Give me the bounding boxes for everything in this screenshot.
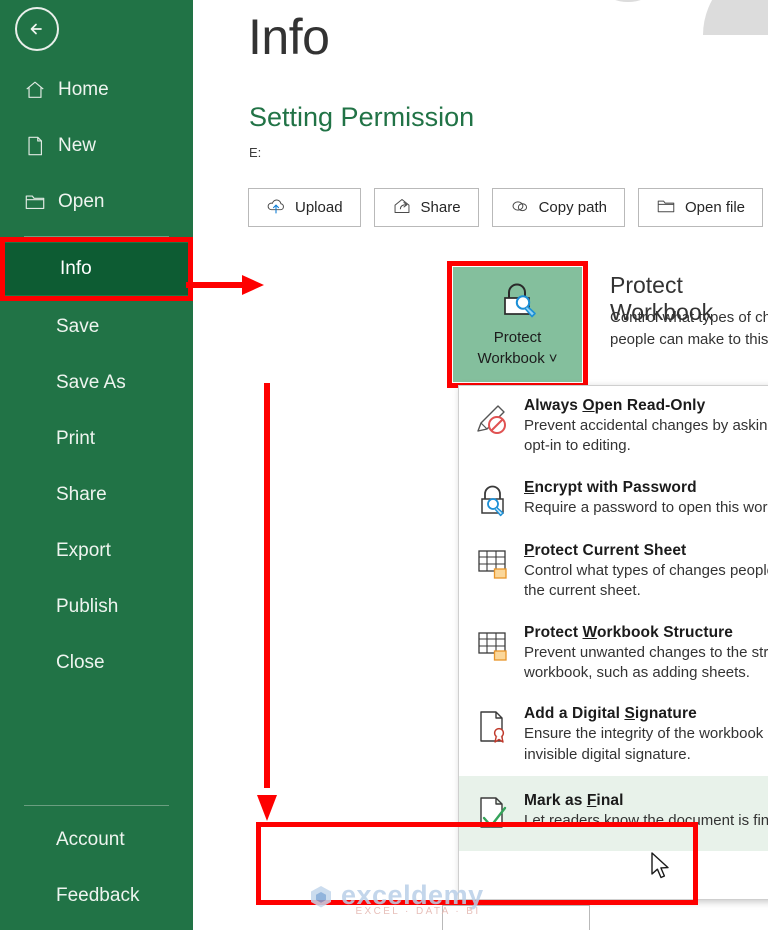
mark-as-final-icon	[473, 792, 513, 833]
sidebar-item-feedback[interactable]: Feedback	[0, 868, 193, 924]
link-icon	[510, 197, 530, 219]
button-label: Share	[420, 199, 461, 216]
sidebar-item-label: New	[58, 135, 97, 156]
sidebar-item-info-wrapper: Info	[0, 237, 193, 301]
sidebar-item-label: Share	[56, 484, 107, 505]
dropdown-item-always-open-read-only[interactable]: Always Open Read-Only Prevent accidental…	[459, 386, 768, 468]
sidebar-item-save[interactable]: Save	[0, 299, 193, 355]
digital-signature-icon	[473, 705, 513, 765]
share-button[interactable]: Share	[373, 188, 479, 227]
file-actions-toolbar: Upload Share Copy path Open file	[248, 188, 764, 227]
next-section-button-partial[interactable]	[442, 905, 590, 930]
sidebar-divider-bottom	[24, 805, 169, 806]
share-icon	[392, 197, 412, 219]
sidebar-nav: Home New Open Info Save Save As Print Sh…	[0, 62, 193, 691]
cloud-upload-icon	[266, 197, 286, 219]
dropdown-item-title: Mark as Final	[524, 792, 624, 810]
annotation-arrow-info-to-protect	[186, 275, 264, 295]
sidebar-item-print[interactable]: Print	[0, 411, 193, 467]
back-button[interactable]	[15, 7, 59, 51]
annotation-arrow-protect-to-mark-final	[257, 383, 277, 821]
protect-workbook-dropdown-menu: Always Open Read-Only Prevent accidental…	[458, 385, 768, 900]
sidebar-item-label: Feedback	[56, 885, 140, 906]
dropdown-item-encrypt-with-password[interactable]: Encrypt with Password Require a password…	[459, 468, 768, 531]
protect-workbook-description: Control what types of changes people can…	[610, 309, 768, 348]
sidebar-item-label: Export	[56, 540, 111, 561]
dropdown-item-protect-current-sheet[interactable]: Protect Current Sheet Control what types…	[459, 531, 768, 613]
upload-button[interactable]: Upload	[248, 188, 361, 227]
sidebar-item-label: Save	[56, 316, 100, 337]
dropdown-item-title: Protect Workbook Structure	[524, 623, 734, 641]
dropdown-item-title: Protect Current Sheet	[524, 541, 687, 559]
sidebar-item-open[interactable]: Open	[0, 174, 193, 230]
back-arrow-circle-icon	[30, 23, 42, 35]
mouse-cursor	[651, 852, 669, 879]
pencil-no-entry-icon	[473, 397, 513, 457]
dropdown-item-title: Always Open Read-Only	[524, 397, 706, 414]
button-label: Open file	[684, 199, 746, 216]
folder-open-icon	[656, 197, 676, 219]
sidebar-item-publish[interactable]: Publish	[0, 579, 193, 635]
button-label: Copy path	[538, 199, 607, 216]
dropdown-item-description: Let readers know the document is final.	[524, 812, 768, 830]
protect-workbook-highlight-box	[447, 261, 588, 388]
sidebar-item-account[interactable]: Account	[0, 812, 193, 868]
sidebar-item-label: Info	[60, 258, 92, 279]
dropdown-item-title: Encrypt with Password	[524, 478, 697, 496]
dropdown-item-title: Add a Digital Signature	[524, 705, 697, 723]
sidebar-item-label: Save As	[56, 372, 126, 393]
sidebar-item-label: Print	[56, 428, 96, 449]
open-file-location-button[interactable]: Open file	[637, 188, 764, 227]
sidebar-divider-top	[24, 236, 169, 237]
sidebar-item-save-as[interactable]: Save As	[0, 355, 193, 411]
button-label: Upload	[295, 199, 343, 216]
sidebar-item-label: Account	[56, 829, 125, 850]
home-icon	[24, 79, 54, 101]
document-path: E:	[249, 145, 262, 160]
page-title: Info	[248, 9, 330, 65]
dropdown-item-description: Prevent accidental changes by asking rea…	[524, 417, 768, 455]
sheet-lock-icon	[473, 542, 513, 602]
sidebar-item-close[interactable]: Close	[0, 635, 193, 691]
workbook-lock-icon	[473, 624, 513, 684]
backstage-info-screen: Home New Open Info Save Save As Print Sh…	[0, 0, 768, 930]
dropdown-item-description: Control what types of changes people can…	[524, 561, 768, 600]
dropdown-item-protect-workbook-structure[interactable]: Protect Workbook Structure Prevent unwan…	[459, 613, 768, 695]
dropdown-item-add-digital-signature[interactable]: Add a Digital Signature Ensure the integ…	[459, 694, 768, 776]
lock-key-icon	[473, 479, 513, 520]
dropdown-item-mark-as-final[interactable]: Mark as Final Let readers know the docum…	[459, 776, 768, 852]
dropdown-item-description: Ensure the integrity of the workbook by …	[524, 725, 768, 763]
new-document-icon	[24, 135, 54, 157]
sidebar-item-share[interactable]: Share	[0, 467, 193, 523]
open-folder-icon	[24, 191, 54, 213]
dropdown-item-description: Require a password to open this workbook…	[524, 498, 768, 516]
document-title: Setting Permission	[249, 102, 475, 132]
copy-path-button[interactable]: Copy path	[491, 188, 625, 227]
sidebar-item-label: Publish	[56, 596, 119, 617]
sidebar-item-label: Close	[56, 652, 105, 673]
sidebar-item-info[interactable]: Info	[4, 243, 190, 295]
backstage-sidebar: Home New Open Info Save Save As Print Sh…	[0, 0, 193, 930]
sidebar-item-home[interactable]: Home	[0, 62, 193, 118]
dropdown-item-description: Prevent unwanted changes to the structur…	[524, 643, 768, 681]
sidebar-item-label: Home	[58, 79, 109, 100]
sidebar-item-new[interactable]: New	[0, 118, 193, 174]
sidebar-item-export[interactable]: Export	[0, 523, 193, 579]
sidebar-bottom-group: Account Feedback	[0, 799, 193, 930]
sidebar-item-label: Open	[58, 191, 105, 212]
